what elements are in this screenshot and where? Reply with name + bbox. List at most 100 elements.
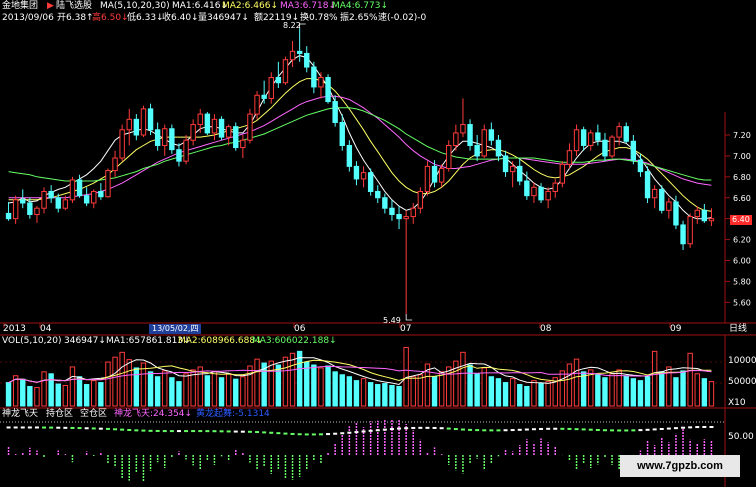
date-label-year: 2013 <box>3 324 26 334</box>
volume-bar <box>218 377 225 407</box>
date-ticks <box>3 323 671 328</box>
period-label[interactable]: 日线 <box>729 324 747 335</box>
volume-bar <box>659 371 665 407</box>
candle-body <box>517 165 523 182</box>
indicator-line-seg <box>588 428 593 431</box>
formula-title: 陆飞选股 <box>56 1 93 11</box>
candle-body <box>588 132 594 146</box>
candle-body <box>304 52 310 68</box>
indicator-line-seg <box>688 426 693 429</box>
indicator-line-seg <box>340 432 345 435</box>
vol-current: 346947↓ <box>64 336 106 346</box>
volume-bar <box>140 362 147 407</box>
volume-bar <box>20 378 26 407</box>
volume-bar <box>502 382 509 407</box>
candle-body <box>197 113 203 126</box>
indicator-line-seg <box>13 426 18 429</box>
indicator-line-seg <box>624 429 629 432</box>
candle-body <box>623 126 629 142</box>
candle-body <box>318 77 324 88</box>
candle-body <box>91 190 97 204</box>
amplitude-value: 振2.65% <box>340 13 378 23</box>
candle-body <box>410 207 416 218</box>
indicator-line-seg <box>631 429 636 432</box>
indicator-line-seg <box>120 428 125 431</box>
candle-body <box>573 129 580 152</box>
volume-bar <box>183 373 189 407</box>
indicator-line-seg <box>489 429 494 432</box>
ma1-value: MA1:6.416↓ <box>172 1 228 11</box>
ma-params: MA(5,10,20,30) <box>100 1 170 11</box>
indicator-line-seg <box>240 430 245 433</box>
indicator-line-seg <box>27 426 32 429</box>
indicator-line-seg <box>262 431 267 434</box>
volume-bar <box>474 373 480 407</box>
candle-body <box>162 128 168 146</box>
volume-bar <box>680 370 686 407</box>
volume-bar <box>488 376 495 407</box>
indicator-line-seg <box>645 428 650 431</box>
volume-bar <box>332 371 338 407</box>
candle-body <box>183 139 189 162</box>
indicator-line-seg <box>517 428 522 431</box>
price-tick-label: 5.80 <box>733 277 751 286</box>
indicator-line-seg <box>169 430 174 433</box>
indicator-line-seg <box>162 430 167 433</box>
volume-bar <box>367 382 374 407</box>
indicator-line-seg <box>205 430 210 433</box>
candle-body <box>666 201 672 211</box>
date-label-jun: 06 <box>294 324 306 334</box>
indicator-line-seg <box>276 432 281 435</box>
volume-bar <box>375 384 381 407</box>
candle-body <box>474 144 480 157</box>
volume-bar <box>126 359 132 407</box>
indicator-line-seg <box>702 426 707 428</box>
volume-bar <box>162 370 168 407</box>
indicator-hold-zone: 持仓区 <box>46 409 74 419</box>
indicator-line-seg <box>503 429 508 432</box>
vol-params: VOL(5,10,20) <box>2 336 62 346</box>
play-icon[interactable]: ▶ <box>47 1 54 12</box>
indicator-line-seg <box>553 427 558 430</box>
candle-body <box>453 132 459 146</box>
candle-body <box>98 190 104 198</box>
candle-body <box>616 126 622 138</box>
volume-bar <box>360 378 367 407</box>
volume-bar <box>204 375 211 407</box>
stock-name: 金地集团 <box>2 1 39 11</box>
volume-bar <box>282 356 289 407</box>
indicator-line-seg <box>283 432 288 435</box>
candle-body <box>552 182 558 192</box>
volume-bar <box>296 350 303 407</box>
volume-bar <box>481 367 487 407</box>
indicator-line-seg <box>56 426 61 429</box>
vol-ma3: MA3:606022.188↓ <box>252 336 337 346</box>
candle-body <box>112 157 118 172</box>
candle-body <box>637 159 644 173</box>
volume-bar <box>233 378 239 407</box>
volume-bar <box>268 360 274 407</box>
indicator-line-seg <box>659 427 664 430</box>
candle-body <box>488 129 495 141</box>
candle-body <box>147 108 154 131</box>
volume-bar <box>694 373 700 407</box>
candle-body <box>261 94 267 99</box>
candle-body <box>467 124 473 146</box>
candle-body <box>332 101 338 123</box>
volume-bar <box>538 383 544 407</box>
candle-body <box>218 118 225 138</box>
indicator-line-seg <box>375 429 380 432</box>
volume-bar <box>517 384 523 407</box>
volume-bar <box>580 371 587 407</box>
candle-body <box>268 77 274 99</box>
volume-value: 量346947↓ <box>198 13 249 23</box>
indicator-line-seg <box>673 427 678 430</box>
turnover-value: 换0.78% <box>300 13 338 23</box>
volume-bar <box>225 373 232 407</box>
volume-bar <box>509 378 516 407</box>
indicator-line-seg <box>141 429 146 432</box>
candle-body <box>531 186 537 197</box>
indicator-line-seg <box>42 426 47 429</box>
volume-bar <box>417 374 424 407</box>
volume-bar <box>289 352 296 407</box>
